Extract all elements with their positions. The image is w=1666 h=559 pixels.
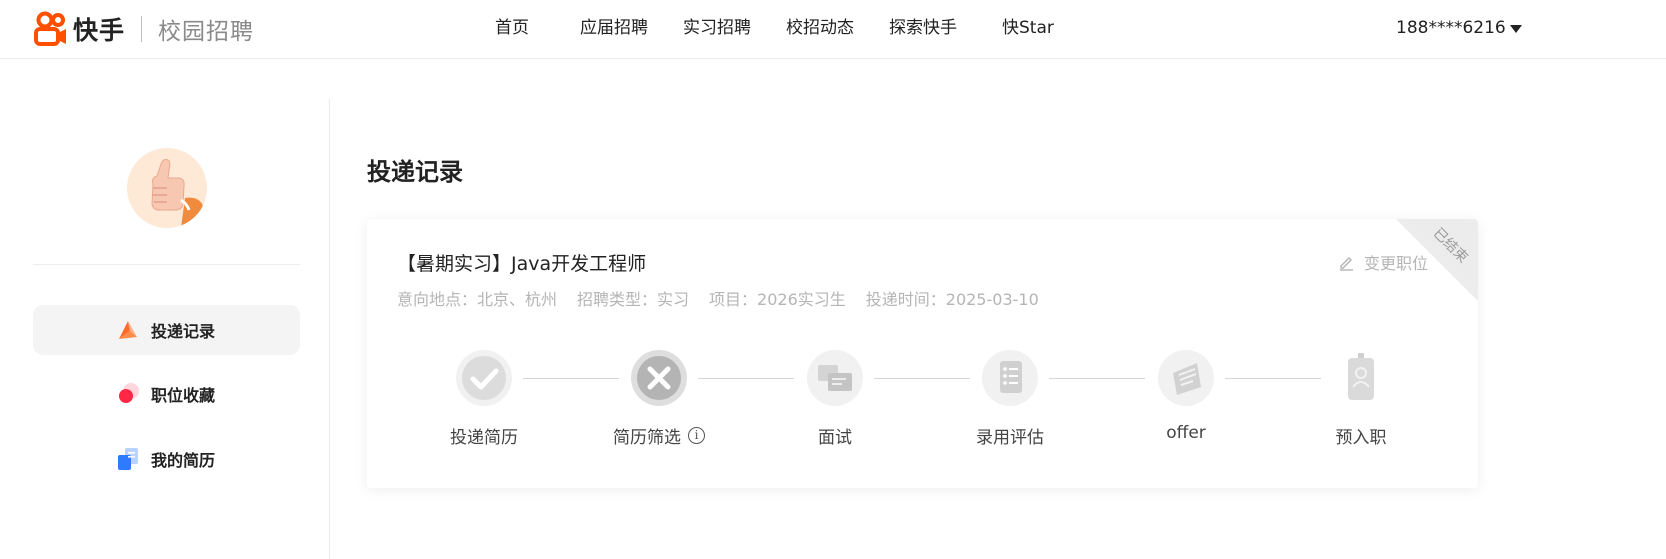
- sidebar-item-label: 投递记录: [151, 322, 216, 341]
- step-offer: offer: [1126, 349, 1246, 443]
- badge-icon: [1348, 353, 1374, 400]
- sidebar-divider: [329, 99, 330, 559]
- kuaishou-logo-icon: [34, 11, 66, 46]
- nav-graduate-jobs[interactable]: 应届招聘: [580, 0, 648, 58]
- thumbs-up-icon: [151, 159, 203, 228]
- sidebar-item-label: 职位收藏: [151, 386, 216, 405]
- sidebar-item-favorites[interactable]: 职位收藏: [33, 369, 300, 419]
- meta-project: 项目：2026实习生: [709, 290, 846, 309]
- heart-icon: [119, 383, 139, 403]
- nav-kstar[interactable]: 快Star: [1002, 0, 1054, 58]
- meta-date: 投递时间：2025-03-10: [865, 290, 1039, 309]
- step-interview: 面试: [775, 349, 895, 448]
- user-phone: 188****6216: [1396, 18, 1506, 38]
- application-meta: 意向地点：北京、杭州 招聘类型：实习 项目：2026实习生 投递时间：2025-…: [397, 286, 1039, 310]
- job-title[interactable]: 【暑期实习】Java开发工程师: [397, 249, 646, 276]
- step-label: 面试: [818, 428, 852, 448]
- sidebar-separator: [33, 264, 300, 265]
- sidebar-item-label: 我的简历: [151, 451, 216, 470]
- brand-name: 快手: [73, 16, 126, 45]
- step-label: 录用评估: [976, 428, 1044, 448]
- rocket-icon: [119, 321, 137, 339]
- sidebar-item-resume[interactable]: 我的简历: [33, 434, 300, 484]
- step-label: 预入职: [1335, 428, 1387, 448]
- meta-type: 招聘类型：实习: [577, 290, 690, 309]
- sidebar-item-applications[interactable]: 投递记录: [33, 305, 300, 355]
- change-position-label: 变更职位: [1363, 254, 1428, 273]
- step-resume-screening: 简历筛选 i: [599, 349, 719, 448]
- meta-location: 意向地点：北京、杭州: [397, 290, 558, 309]
- kuaishou-logo[interactable]: 快手 校园招聘: [33, 11, 254, 47]
- offer-icon: [1158, 350, 1214, 406]
- page-title: 投递记录: [367, 158, 463, 186]
- change-position-button[interactable]: 变更职位: [1338, 250, 1428, 274]
- logo-divider: [141, 16, 143, 42]
- edit-icon: [1339, 256, 1353, 271]
- step-pre-onboarding: 预入职: [1301, 349, 1421, 448]
- avatar[interactable]: [127, 148, 207, 228]
- evaluation-icon: [982, 350, 1038, 406]
- nav-explore[interactable]: 探索快手: [889, 0, 957, 58]
- application-card: 已结束 【暑期实习】Java开发工程师 变更职位 意向地点：北京、杭州 招聘类型…: [367, 219, 1478, 488]
- info-icon[interactable]: i: [688, 427, 705, 444]
- nav-intern-jobs[interactable]: 实习招聘: [683, 0, 751, 58]
- resume-icon: [118, 448, 138, 470]
- nav-campus-news[interactable]: 校招动态: [786, 0, 854, 58]
- step-label: offer: [1166, 423, 1206, 443]
- check-icon: [456, 350, 512, 406]
- step-resume-submitted: 投递简历: [424, 349, 544, 448]
- site-subtitle: 校园招聘: [158, 19, 255, 45]
- step-label: 简历筛选: [613, 428, 681, 448]
- user-menu[interactable]: 188****6216: [1396, 0, 1522, 56]
- top-header: 快手 校园招聘 首页 应届招聘 实习招聘 校招动态 探索快手 快Star 188…: [0, 0, 1666, 59]
- caret-down-icon: [1509, 25, 1522, 33]
- step-label: 投递简历: [450, 428, 518, 448]
- step-evaluation: 录用评估: [950, 349, 1070, 448]
- reject-icon: [631, 350, 687, 406]
- nav-home[interactable]: 首页: [495, 0, 529, 58]
- interview-icon: [807, 350, 863, 406]
